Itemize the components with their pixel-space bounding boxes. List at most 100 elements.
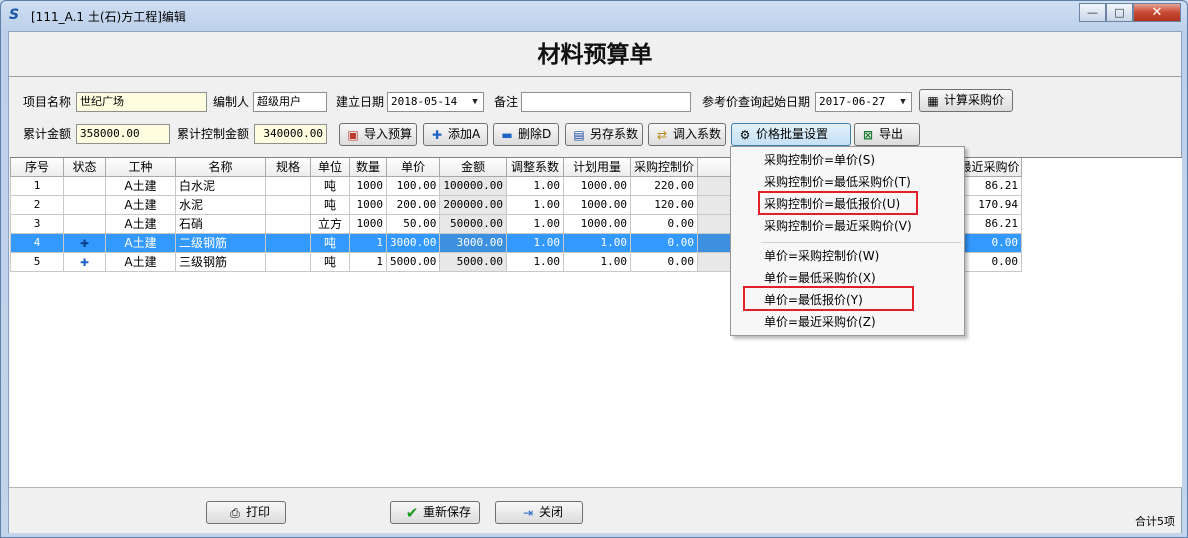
cell-coef[interactable]: 1.00 xyxy=(505,194,564,215)
remark-field[interactable] xyxy=(521,92,691,112)
cell-spec[interactable] xyxy=(265,213,311,234)
column-header[interactable]: 金额 xyxy=(439,158,507,177)
cell-no[interactable]: 4 xyxy=(10,232,64,253)
batch-price-button[interactable]: ⚙ 价格批量设置 xyxy=(731,123,851,146)
column-header[interactable]: 工种 xyxy=(105,158,176,177)
cell-coef[interactable]: 1.00 xyxy=(505,251,564,272)
cell-trade[interactable]: A土建 xyxy=(105,175,176,196)
cell-no[interactable]: 2 xyxy=(10,194,64,215)
column-header[interactable]: 采购控制价 xyxy=(629,158,698,177)
cell-price[interactable]: 100.00 xyxy=(385,175,441,196)
cell-recent[interactable]: 86.21 xyxy=(956,175,1022,196)
chevron-down-icon[interactable]: ▼ xyxy=(895,93,911,111)
cell-name[interactable]: 水泥 xyxy=(175,194,266,215)
menu-item-ctrl-eq-price[interactable]: 采购控制价=单价(S) xyxy=(731,150,964,170)
cell-unit[interactable]: 吨 xyxy=(310,194,350,215)
column-header[interactable]: 状态 xyxy=(63,158,106,177)
cell-unit[interactable]: 吨 xyxy=(310,175,350,196)
chevron-down-icon[interactable]: ▼ xyxy=(467,93,483,111)
column-header[interactable]: 计划用量 xyxy=(562,158,631,177)
delete-button[interactable]: ▬ 删除D xyxy=(493,123,559,146)
cell-qty[interactable]: 1 xyxy=(349,232,387,253)
cell-coef[interactable]: 1.00 xyxy=(505,175,564,196)
cell-amount[interactable]: 50000.00 xyxy=(439,213,507,234)
add-button[interactable]: ✚ 添加A xyxy=(423,123,488,146)
editor-field[interactable]: 超级用户 xyxy=(253,92,327,112)
materials-table[interactable]: 序号状态工种名称规格单位数量单价金额调整系数计划用量采购控制价采购控最近采购价 … xyxy=(10,157,1182,487)
export-button[interactable]: ⊠ 导出 xyxy=(854,123,920,146)
column-header[interactable]: 规格 xyxy=(265,158,311,177)
menu-item-ctrl-eq-recent-purchase[interactable]: 采购控制价=最近采购价(V) xyxy=(731,216,964,236)
cell-trade[interactable]: A土建 xyxy=(105,251,176,272)
cell-recent[interactable]: 0.00 xyxy=(956,251,1022,272)
cell-status[interactable] xyxy=(63,213,106,234)
cell-recent[interactable]: 86.21 xyxy=(956,213,1022,234)
column-header[interactable]: 数量 xyxy=(349,158,387,177)
cell-no[interactable]: 1 xyxy=(10,175,64,196)
cell-amount[interactable]: 200000.00 xyxy=(439,194,507,215)
cell-ctrl[interactable]: 220.00 xyxy=(629,175,698,196)
cell-coef[interactable]: 1.00 xyxy=(505,232,564,253)
cell-plan[interactable]: 1000.00 xyxy=(562,194,631,215)
cell-qty[interactable]: 1000 xyxy=(349,213,387,234)
minimize-button[interactable]: — xyxy=(1079,3,1106,22)
cell-price[interactable]: 3000.00 xyxy=(385,232,441,253)
calc-purchase-price-button[interactable]: ▦ 计算采购价 xyxy=(919,89,1013,112)
cell-no[interactable]: 5 xyxy=(10,251,64,272)
cell-spec[interactable] xyxy=(265,232,311,253)
cell-unit[interactable]: 吨 xyxy=(310,232,350,253)
cell-qty[interactable]: 1 xyxy=(349,251,387,272)
project-name-field[interactable]: 世纪广场 xyxy=(76,92,207,112)
cell-plan[interactable]: 1000.00 xyxy=(562,213,631,234)
cell-plan[interactable]: 1.00 xyxy=(562,232,631,253)
cell-recent[interactable]: 170.94 xyxy=(956,194,1022,215)
cell-trade[interactable]: A土建 xyxy=(105,213,176,234)
cell-status[interactable] xyxy=(63,175,106,196)
cell-spec[interactable] xyxy=(265,175,311,196)
cell-ctrl[interactable]: 0.00 xyxy=(629,213,698,234)
cell-ctrl[interactable]: 0.00 xyxy=(629,251,698,272)
close-window-button[interactable]: ✕ xyxy=(1133,3,1181,22)
cell-amount[interactable]: 3000.00 xyxy=(439,232,507,253)
cell-amount[interactable]: 5000.00 xyxy=(439,251,507,272)
cell-name[interactable]: 石硝 xyxy=(175,213,266,234)
cell-trade[interactable]: A土建 xyxy=(105,194,176,215)
import-budget-button[interactable]: ▣ 导入预算 xyxy=(339,123,417,146)
close-button[interactable]: ⇥ 关闭 xyxy=(495,501,583,524)
cell-trade[interactable]: A土建 xyxy=(105,232,176,253)
load-coef-button[interactable]: ⇄ 调入系数 xyxy=(648,123,726,146)
column-header[interactable]: 名称 xyxy=(175,158,266,177)
cell-spec[interactable] xyxy=(265,194,311,215)
cell-unit[interactable]: 吨 xyxy=(310,251,350,272)
column-header[interactable]: 序号 xyxy=(10,158,64,177)
resave-button[interactable]: ✔ 重新保存 xyxy=(390,501,480,524)
menu-item-price-eq-ctrl[interactable]: 单价=采购控制价(W) xyxy=(731,246,964,266)
column-header[interactable]: 单位 xyxy=(310,158,350,177)
cell-recent[interactable]: 0.00 xyxy=(956,232,1022,253)
print-button[interactable]: ⎙ 打印 xyxy=(206,501,286,524)
cell-coef[interactable]: 1.00 xyxy=(505,213,564,234)
cell-ctrl[interactable]: 0.00 xyxy=(629,232,698,253)
cell-status[interactable]: ✚ xyxy=(63,232,106,253)
ref-date-picker[interactable]: 2017-06-27 ▼ xyxy=(815,92,912,112)
cell-name[interactable]: 二级钢筋 xyxy=(175,232,266,253)
cell-plan[interactable]: 1.00 xyxy=(562,251,631,272)
title-bar[interactable]: S [111_A.1 土(石)方工程]编辑 — □ ✕ xyxy=(1,1,1187,30)
maximize-button[interactable]: □ xyxy=(1106,3,1133,22)
menu-item-ctrl-eq-lowest-purchase[interactable]: 采购控制价=最低采购价(T) xyxy=(731,172,964,192)
cell-spec[interactable] xyxy=(265,251,311,272)
cell-qty[interactable]: 1000 xyxy=(349,194,387,215)
cell-amount[interactable]: 100000.00 xyxy=(439,175,507,196)
cell-status[interactable] xyxy=(63,194,106,215)
cell-plan[interactable]: 1000.00 xyxy=(562,175,631,196)
cell-name[interactable]: 白水泥 xyxy=(175,175,266,196)
cell-price[interactable]: 200.00 xyxy=(385,194,441,215)
cell-unit[interactable]: 立方 xyxy=(310,213,350,234)
menu-item-price-eq-recent-purchase[interactable]: 单价=最近采购价(Z) xyxy=(731,312,964,332)
menu-item-price-eq-lowest-purchase[interactable]: 单价=最低采购价(X) xyxy=(731,268,964,288)
column-header[interactable]: 调整系数 xyxy=(505,158,564,177)
cell-price[interactable]: 50.00 xyxy=(385,213,441,234)
cell-name[interactable]: 三级钢筋 xyxy=(175,251,266,272)
cell-no[interactable]: 3 xyxy=(10,213,64,234)
save-coef-button[interactable]: ▤ 另存系数 xyxy=(565,123,643,146)
